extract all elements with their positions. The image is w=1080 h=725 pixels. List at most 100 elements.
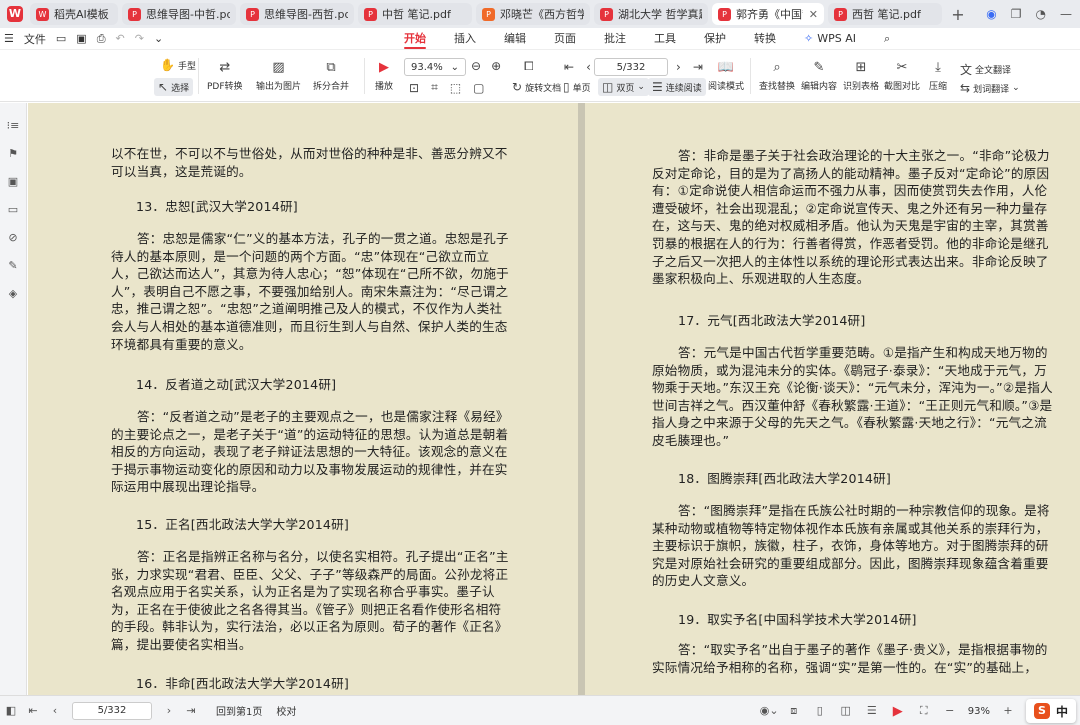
outline-icon[interactable]: ⁝≡ (6, 119, 20, 133)
zoom-in-icon[interactable]: + (1000, 704, 1016, 718)
table-icon: ⊞ (855, 59, 867, 75)
actual-size-icon[interactable]: ⊡ (409, 81, 419, 95)
left-sidebar: ⁝≡ ⚑ ▣ ▭ ⊘ ✎ ◈ (0, 103, 27, 695)
full-translate-button[interactable]: 文全文翻译 (960, 61, 1011, 78)
status-page-input[interactable]: 5/332 (72, 701, 152, 720)
signature-icon[interactable]: ✎ (6, 259, 20, 273)
restore-icon[interactable]: ❐ (1011, 7, 1022, 21)
fit-screen-icon[interactable]: ▢ (473, 81, 484, 95)
ime-indicator[interactable]: S 中 (1025, 699, 1076, 723)
tab-xizhe-notes[interactable]: P 西哲 笔记.pdf (828, 3, 942, 25)
ocr-table-button[interactable]: ⊞ 识别表格 (843, 58, 879, 93)
export-image-button[interactable]: ▨ 输出为图片 (256, 58, 301, 93)
wps-ai-button[interactable]: ✧ WPS AI (790, 28, 870, 50)
edit-content-button[interactable]: ✎ 编辑内容 (801, 58, 837, 93)
page-crop-icon[interactable]: ⧠ (524, 59, 534, 74)
prev-page-icon[interactable]: ‹ (44, 704, 66, 717)
compress-button[interactable]: ⤓ 压缩 (929, 58, 947, 93)
last-page-icon[interactable]: ⇥ (180, 704, 202, 717)
fit-width-icon[interactable]: ⬚ (450, 81, 461, 95)
layers-icon[interactable]: ◈ (6, 287, 20, 301)
term-heading-17: 17．元气[西北政法大学2014研] (678, 313, 866, 328)
user-icon[interactable]: ◔ (1036, 7, 1046, 21)
tab-home[interactable]: 开始 (390, 28, 440, 50)
pdf-convert-button[interactable]: ⇄ PDF转换 (207, 58, 243, 93)
fit-page-icon[interactable]: ⌗ (431, 80, 438, 95)
tab-tools[interactable]: 工具 (640, 28, 690, 50)
zoom-in-icon[interactable]: ⊕ (491, 59, 501, 73)
close-icon[interactable]: ✕ (809, 8, 818, 21)
back-to-first-page[interactable]: 回到第1页 (216, 703, 262, 718)
read-mode-button[interactable]: 📖 阅读模式 (708, 58, 744, 93)
tab-page[interactable]: 页面 (540, 28, 590, 50)
page-number-input[interactable]: 5/332 (594, 58, 668, 76)
save-icon[interactable]: ▣ (76, 32, 86, 45)
status-zoom-value[interactable]: 93% (968, 706, 990, 717)
tab-insert[interactable]: 插入 (440, 28, 490, 50)
proofread-button[interactable]: 校对 (276, 703, 296, 718)
split-merge-icon: ⧉ (326, 59, 336, 75)
play-button[interactable]: ▶ 播放 (375, 58, 393, 93)
prev-page-icon[interactable]: ‹ (586, 60, 591, 74)
page-nav: ⇤ ‹ (564, 60, 591, 74)
new-tab-icon[interactable]: + (946, 5, 970, 24)
tab-convert[interactable]: 转换 (740, 28, 790, 50)
attachment-icon[interactable]: ⊘ (6, 231, 20, 245)
fullscreen-icon[interactable]: ⛶ (916, 704, 932, 718)
wps-logo[interactable]: W (0, 0, 30, 28)
menu-icon[interactable]: ☰ (4, 32, 14, 45)
ai-assistant-icon[interactable]: ◉ (986, 7, 996, 21)
bookmark-icon[interactable]: ⚑ (6, 147, 20, 161)
first-page-icon[interactable]: ⇤ (22, 704, 44, 717)
tab-docer-templates[interactable]: W 稻壳AI模板 (30, 3, 118, 25)
chevron-down-icon[interactable]: ⌄ (154, 32, 163, 45)
continuous-view-icon[interactable]: ☰ (864, 704, 880, 718)
select-tool-button[interactable]: ↖ 选择 (154, 78, 194, 96)
single-page-button[interactable]: ▯ 单页 (563, 80, 591, 94)
rotate-doc-button[interactable]: ↻ 旋转文档 (512, 80, 561, 94)
last-page-icon[interactable]: ⇥ (693, 60, 703, 74)
document-viewport[interactable]: 以不在世，不可以不与世俗处，从而对世俗的种种是非、善恶分辨又不可以当真，这是荒诞… (28, 103, 1080, 695)
continuous-read-button[interactable]: ☰ 连续阅读 (648, 78, 706, 96)
zoom-value: 93.4% (411, 61, 443, 73)
double-page-button[interactable]: ◫ 双页 ⌄ (598, 78, 649, 96)
redo-icon[interactable]: ↷ (135, 32, 144, 45)
find-replace-label: 查找替换 (759, 82, 796, 92)
print-icon[interactable]: ⎙ (97, 32, 106, 46)
hand-tool-button[interactable]: ✋ 手型 (160, 58, 196, 72)
next-page-icon[interactable]: › (676, 60, 681, 74)
find-replace-button[interactable]: ⌕ 查找替换 (759, 58, 796, 93)
thumbnail-icon[interactable]: ▣ (6, 175, 20, 189)
word-translate-button[interactable]: ⇆ 划词翻译 ⌄ (960, 81, 1020, 95)
double-page-view-icon[interactable]: ◫ (838, 704, 854, 718)
undo-icon[interactable]: ↶ (116, 32, 125, 45)
sidebar-toggle-icon[interactable]: ◧ (0, 704, 22, 717)
tab-mindmap-zhongzhe[interactable]: P 思维导图-中哲.pdf (122, 3, 236, 25)
file-menu[interactable]: 文件 (24, 31, 46, 47)
tab-zhongzhe-notes[interactable]: P 中哲 笔记.pdf (358, 3, 472, 25)
zoom-out-icon[interactable]: ⊖ (471, 59, 481, 73)
single-page-view-icon[interactable]: ▯ (812, 704, 828, 718)
zoom-out-icon[interactable]: − (942, 704, 958, 718)
split-merge-button[interactable]: ⧉ 拆分合并 (313, 58, 349, 93)
next-page-icon[interactable]: › (158, 704, 180, 717)
term-heading-14: 14．反者道之动[武汉大学2014研] (136, 377, 337, 392)
minimize-icon[interactable]: — (1060, 7, 1072, 21)
zoom-select[interactable]: 93.4% ⌄ (404, 58, 466, 76)
open-folder-icon[interactable]: ▭ (56, 32, 66, 45)
tab-hubei-exam[interactable]: P 湖北大学 哲学真题20 (594, 3, 708, 25)
screenshot-compare-button[interactable]: ✂ 截图对比 (884, 58, 920, 93)
play-icon[interactable]: ▶ (890, 704, 906, 719)
tab-protect[interactable]: 保护 (690, 28, 740, 50)
tab-mindmap-xizhe[interactable]: P 思维导图-西哲.pdf（E (240, 3, 354, 25)
first-page-icon[interactable]: ⇤ (564, 60, 574, 74)
comment-icon[interactable]: ▭ (6, 203, 20, 217)
tab-guoqiyong[interactable]: P 郭齐勇《中国哲 ✕ (712, 3, 824, 25)
fit-icon[interactable]: ⧈ (786, 704, 802, 718)
tab-annotate[interactable]: 批注 (590, 28, 640, 50)
search-icon[interactable]: ⌕ (870, 28, 904, 50)
tab-dengxiaomang[interactable]: P 邓晓芒《西方哲学史》 (476, 3, 590, 25)
pdf-icon: P (834, 7, 847, 21)
tab-edit[interactable]: 编辑 (490, 28, 540, 50)
eye-icon[interactable]: ◉⌄ (760, 704, 779, 718)
